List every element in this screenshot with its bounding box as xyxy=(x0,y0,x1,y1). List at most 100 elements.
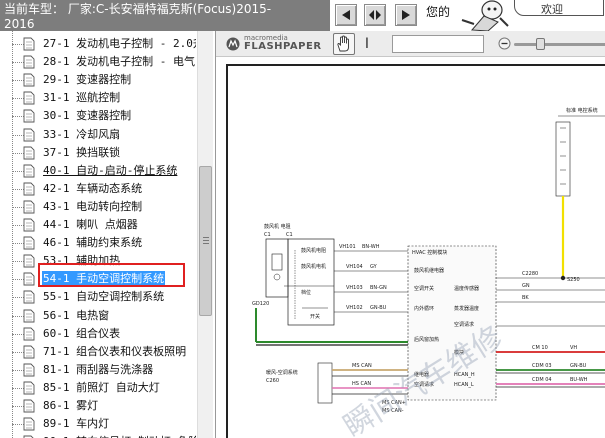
tree-item[interactable]: 40-1 自动-启动-停止系统 xyxy=(12,162,196,180)
tree-item-label: 29-1 变速器控制 xyxy=(43,73,132,87)
prev-next-button[interactable] xyxy=(364,4,386,26)
tree-item[interactable]: 43-1 电动转向控制 xyxy=(12,198,196,216)
diagram-text: 鼓风机 电阻 xyxy=(264,223,291,230)
tree-item-label: 31-1 巡航控制 xyxy=(43,91,121,105)
tree-item-label: 46-1 辅助约束系统 xyxy=(43,236,143,250)
tree-item[interactable]: 37-1 换挡联锁 xyxy=(12,144,196,162)
document-icon xyxy=(23,417,35,431)
zoom-knob[interactable] xyxy=(536,38,545,50)
tree-item-label: 33-1 冷却风扇 xyxy=(43,127,121,141)
tree-item-label: 85-1 前照灯 自动大灯 xyxy=(43,380,160,394)
diagram-text: VH103 xyxy=(346,285,363,291)
last-page-button[interactable] xyxy=(395,4,417,26)
scrollbar-thumb[interactable] xyxy=(199,166,212,316)
document-icon xyxy=(23,399,35,413)
tree-item[interactable]: 81-1 雨刮器与洗涤器 xyxy=(12,361,196,379)
macromedia-logo-icon xyxy=(226,37,240,51)
tree-item[interactable]: 89-1 车内灯 xyxy=(12,415,196,433)
diagram-text: VH102 xyxy=(346,305,363,311)
document-icon xyxy=(23,55,35,69)
document-icon xyxy=(23,37,35,51)
zoom-out-icon[interactable] xyxy=(498,37,511,50)
diagram-text: BU-WH xyxy=(570,377,588,383)
document-icon xyxy=(23,290,35,304)
chapter-tree: 27-1 发动机电子控制 - 2.0升 28-1 发动机电子控制 - 电气 29-1… xyxy=(0,31,196,438)
search-input[interactable] xyxy=(392,35,484,53)
diagram-text: 蒸发器温度 xyxy=(454,305,479,312)
tree-item[interactable]: 86-1 雾灯 xyxy=(12,397,196,415)
document-icon xyxy=(23,309,35,322)
diagram-text: 空调请求 xyxy=(454,321,474,328)
tree-item-label: 27-1 发动机电子控制 - 2.0升 xyxy=(43,37,196,50)
tree-item[interactable]: 31-1 巡航控制 xyxy=(12,89,196,107)
zoom-slider[interactable] xyxy=(496,36,605,52)
tree-item[interactable]: 71-1 组合仪表和仪表板照明 xyxy=(12,343,196,361)
tree-item[interactable]: 56-1 电热窗 xyxy=(12,307,196,325)
first-page-button[interactable] xyxy=(335,4,357,26)
diagram-text: VH101 xyxy=(339,244,356,250)
tree-item[interactable]: 85-1 前照灯 自动大灯 xyxy=(12,379,196,397)
tree-item-label: 56-1 电热窗 xyxy=(43,308,110,322)
sidebar-scrollbar[interactable] xyxy=(197,31,213,438)
diagram-text: GN-BU xyxy=(370,305,387,311)
document-icon xyxy=(23,345,35,359)
diagram-text: 鼓风机电阻 xyxy=(301,247,326,254)
tree-item-label: 55-1 自动空调控制系统 xyxy=(43,290,165,304)
tree-item-label: 44-1 喇叭 点烟器 xyxy=(43,218,138,231)
tree-item[interactable]: 90-1 转向信号灯 制动灯 危险 xyxy=(12,433,196,438)
tree-item-label: 60-1 组合仪表 xyxy=(43,326,121,340)
tree-item-label: 43-1 电动转向控制 xyxy=(43,199,143,213)
tree-item[interactable]: 44-1 喇叭 点烟器 xyxy=(12,216,196,234)
speech-bubble: 欢迎 xyxy=(514,0,604,16)
diagram-text: HCAN_L xyxy=(454,382,474,388)
zoom-track[interactable] xyxy=(514,43,605,46)
document-icon xyxy=(23,272,35,286)
diagram-text: GD120 xyxy=(252,301,269,307)
tree-item-label: 81-1 雨刮器与洗涤器 xyxy=(43,362,154,376)
diagram-text: VH xyxy=(570,345,577,351)
prev-next-icon xyxy=(369,10,381,20)
diagram-text: 暖风-空调系统 xyxy=(266,369,298,376)
diagram-text: 空调开关 xyxy=(414,285,434,292)
diagram-text: 后风窗加热 xyxy=(414,336,439,343)
mascot-icon xyxy=(461,0,509,31)
tree-item[interactable]: 27-1 发动机电子控制 - 2.0升 xyxy=(12,35,196,53)
tree-item-label: 90-1 转向信号灯 制动灯 危险 xyxy=(42,434,196,438)
tree-item[interactable]: 30-1 变速器控制 xyxy=(12,107,196,125)
tree-item[interactable]: 33-1 冷却风扇 xyxy=(12,126,196,144)
tree-item[interactable]: 28-1 发动机电子控制 - 电气 xyxy=(12,53,196,71)
tree-item-label: 71-1 组合仪表和仪表板照明 xyxy=(43,344,187,358)
diagram-text: 温度传感器 xyxy=(454,285,479,292)
diagram-text: HVAC 控制模块 xyxy=(412,249,447,256)
diagram-text: BN-WH xyxy=(362,244,380,250)
tree-item[interactable]: 29-1 变速器控制 xyxy=(12,71,196,89)
tree-item-label: 28-1 发动机电子控制 - 电气 xyxy=(43,55,195,69)
highlight-box xyxy=(38,263,185,287)
tree-item[interactable]: 46-1 辅助约束系统 xyxy=(12,234,196,252)
document-viewer: macromedia FLASHPAPER I 标准 电控系统 S250 鼓风机… xyxy=(215,31,605,438)
tree-item[interactable]: 55-1 自动空调控制系统 xyxy=(12,288,196,306)
document-page: 标准 电控系统 S250 鼓风机 电阻 C1 C1 鼓风机电阻 鼓风机电机 档位 xyxy=(222,58,605,438)
document-icon xyxy=(23,236,35,250)
document-icon xyxy=(23,254,35,268)
tree-item-label: 86-1 雾灯 xyxy=(43,399,99,412)
text-select-tool[interactable]: I xyxy=(361,35,373,53)
tree-item-label: 40-1 自动-启动-停止系统 xyxy=(43,163,178,177)
wiring-diagram: 标准 电控系统 S250 鼓风机 电阻 C1 C1 鼓风机电阻 鼓风机电机 档位 xyxy=(252,107,605,438)
vehicle-title-line2: 2016 xyxy=(4,17,35,31)
diagram-text: VH104 xyxy=(346,264,363,270)
hand-tool-button[interactable] xyxy=(333,33,355,55)
document-icon xyxy=(23,182,35,196)
vehicle-title: 当前车型： 厂家:C-长安福特福克斯(Focus)2015- 2016 xyxy=(0,0,330,31)
tree-item-label: 30-1 变速器控制 xyxy=(43,109,132,123)
diagram-text: C1 xyxy=(264,232,271,238)
greeting-text: 您的 xyxy=(426,5,451,19)
document-icon xyxy=(23,128,35,141)
tree-item[interactable]: 42-1 车辆动态系统 xyxy=(12,180,196,198)
hand-icon xyxy=(337,35,349,52)
diagram-text: GN-BU xyxy=(570,363,587,369)
tree-item[interactable]: 60-1 组合仪表 xyxy=(12,325,196,343)
diagram-text: 内外循环 xyxy=(414,305,434,312)
document-icon xyxy=(23,73,35,87)
diagram-text: BN-GN xyxy=(370,285,387,291)
